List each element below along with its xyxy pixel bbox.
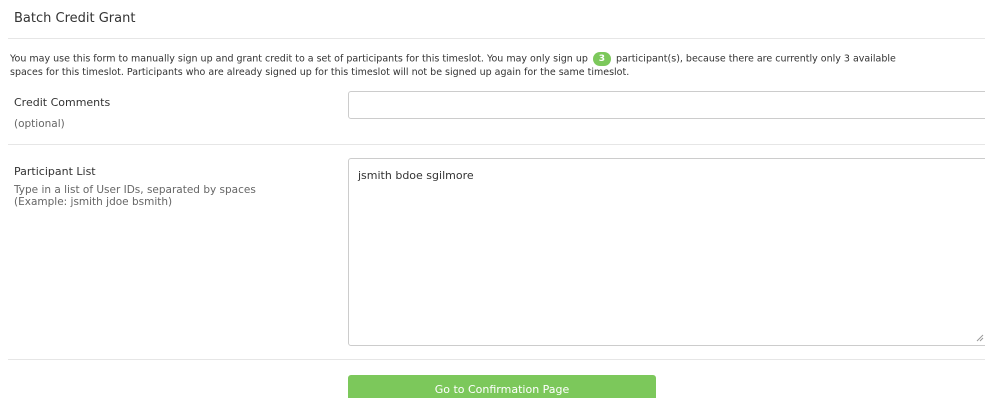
footer-divider: [8, 359, 985, 360]
available-count-badge: 3: [592, 52, 611, 66]
intro-line-1: You may use this form to manually sign u…: [10, 52, 896, 66]
participant-list-label: Participant List: [14, 165, 96, 178]
go-to-confirmation-button[interactable]: Go to Confirmation Page: [348, 375, 656, 398]
section-divider: [8, 144, 985, 145]
credit-comments-input[interactable]: [348, 91, 985, 119]
intro-text-after: participant(s), because there are curren…: [615, 53, 896, 65]
resize-grip-icon[interactable]: [976, 334, 984, 342]
participant-list-textarea[interactable]: jsmith bdoe sgilmore: [348, 158, 985, 346]
intro-text-before: You may use this form to manually sign u…: [10, 53, 588, 65]
panel-title: Batch Credit Grant: [14, 11, 136, 26]
intro-line-2: spaces for this timeslot. Participants w…: [10, 67, 630, 78]
participant-list-hint-1: Type in a list of User IDs, separated by…: [14, 184, 256, 196]
credit-comments-label: Credit Comments: [14, 96, 111, 109]
title-divider: [8, 38, 985, 39]
intro-text: You may use this form to manually sign u…: [10, 52, 896, 79]
batch-credit-grant-panel: Batch Credit Grant You may use this form…: [0, 0, 985, 398]
credit-comments-hint: (optional): [14, 118, 65, 130]
participant-list-hint-2: (Example: jsmith jdoe bsmith): [14, 196, 173, 208]
